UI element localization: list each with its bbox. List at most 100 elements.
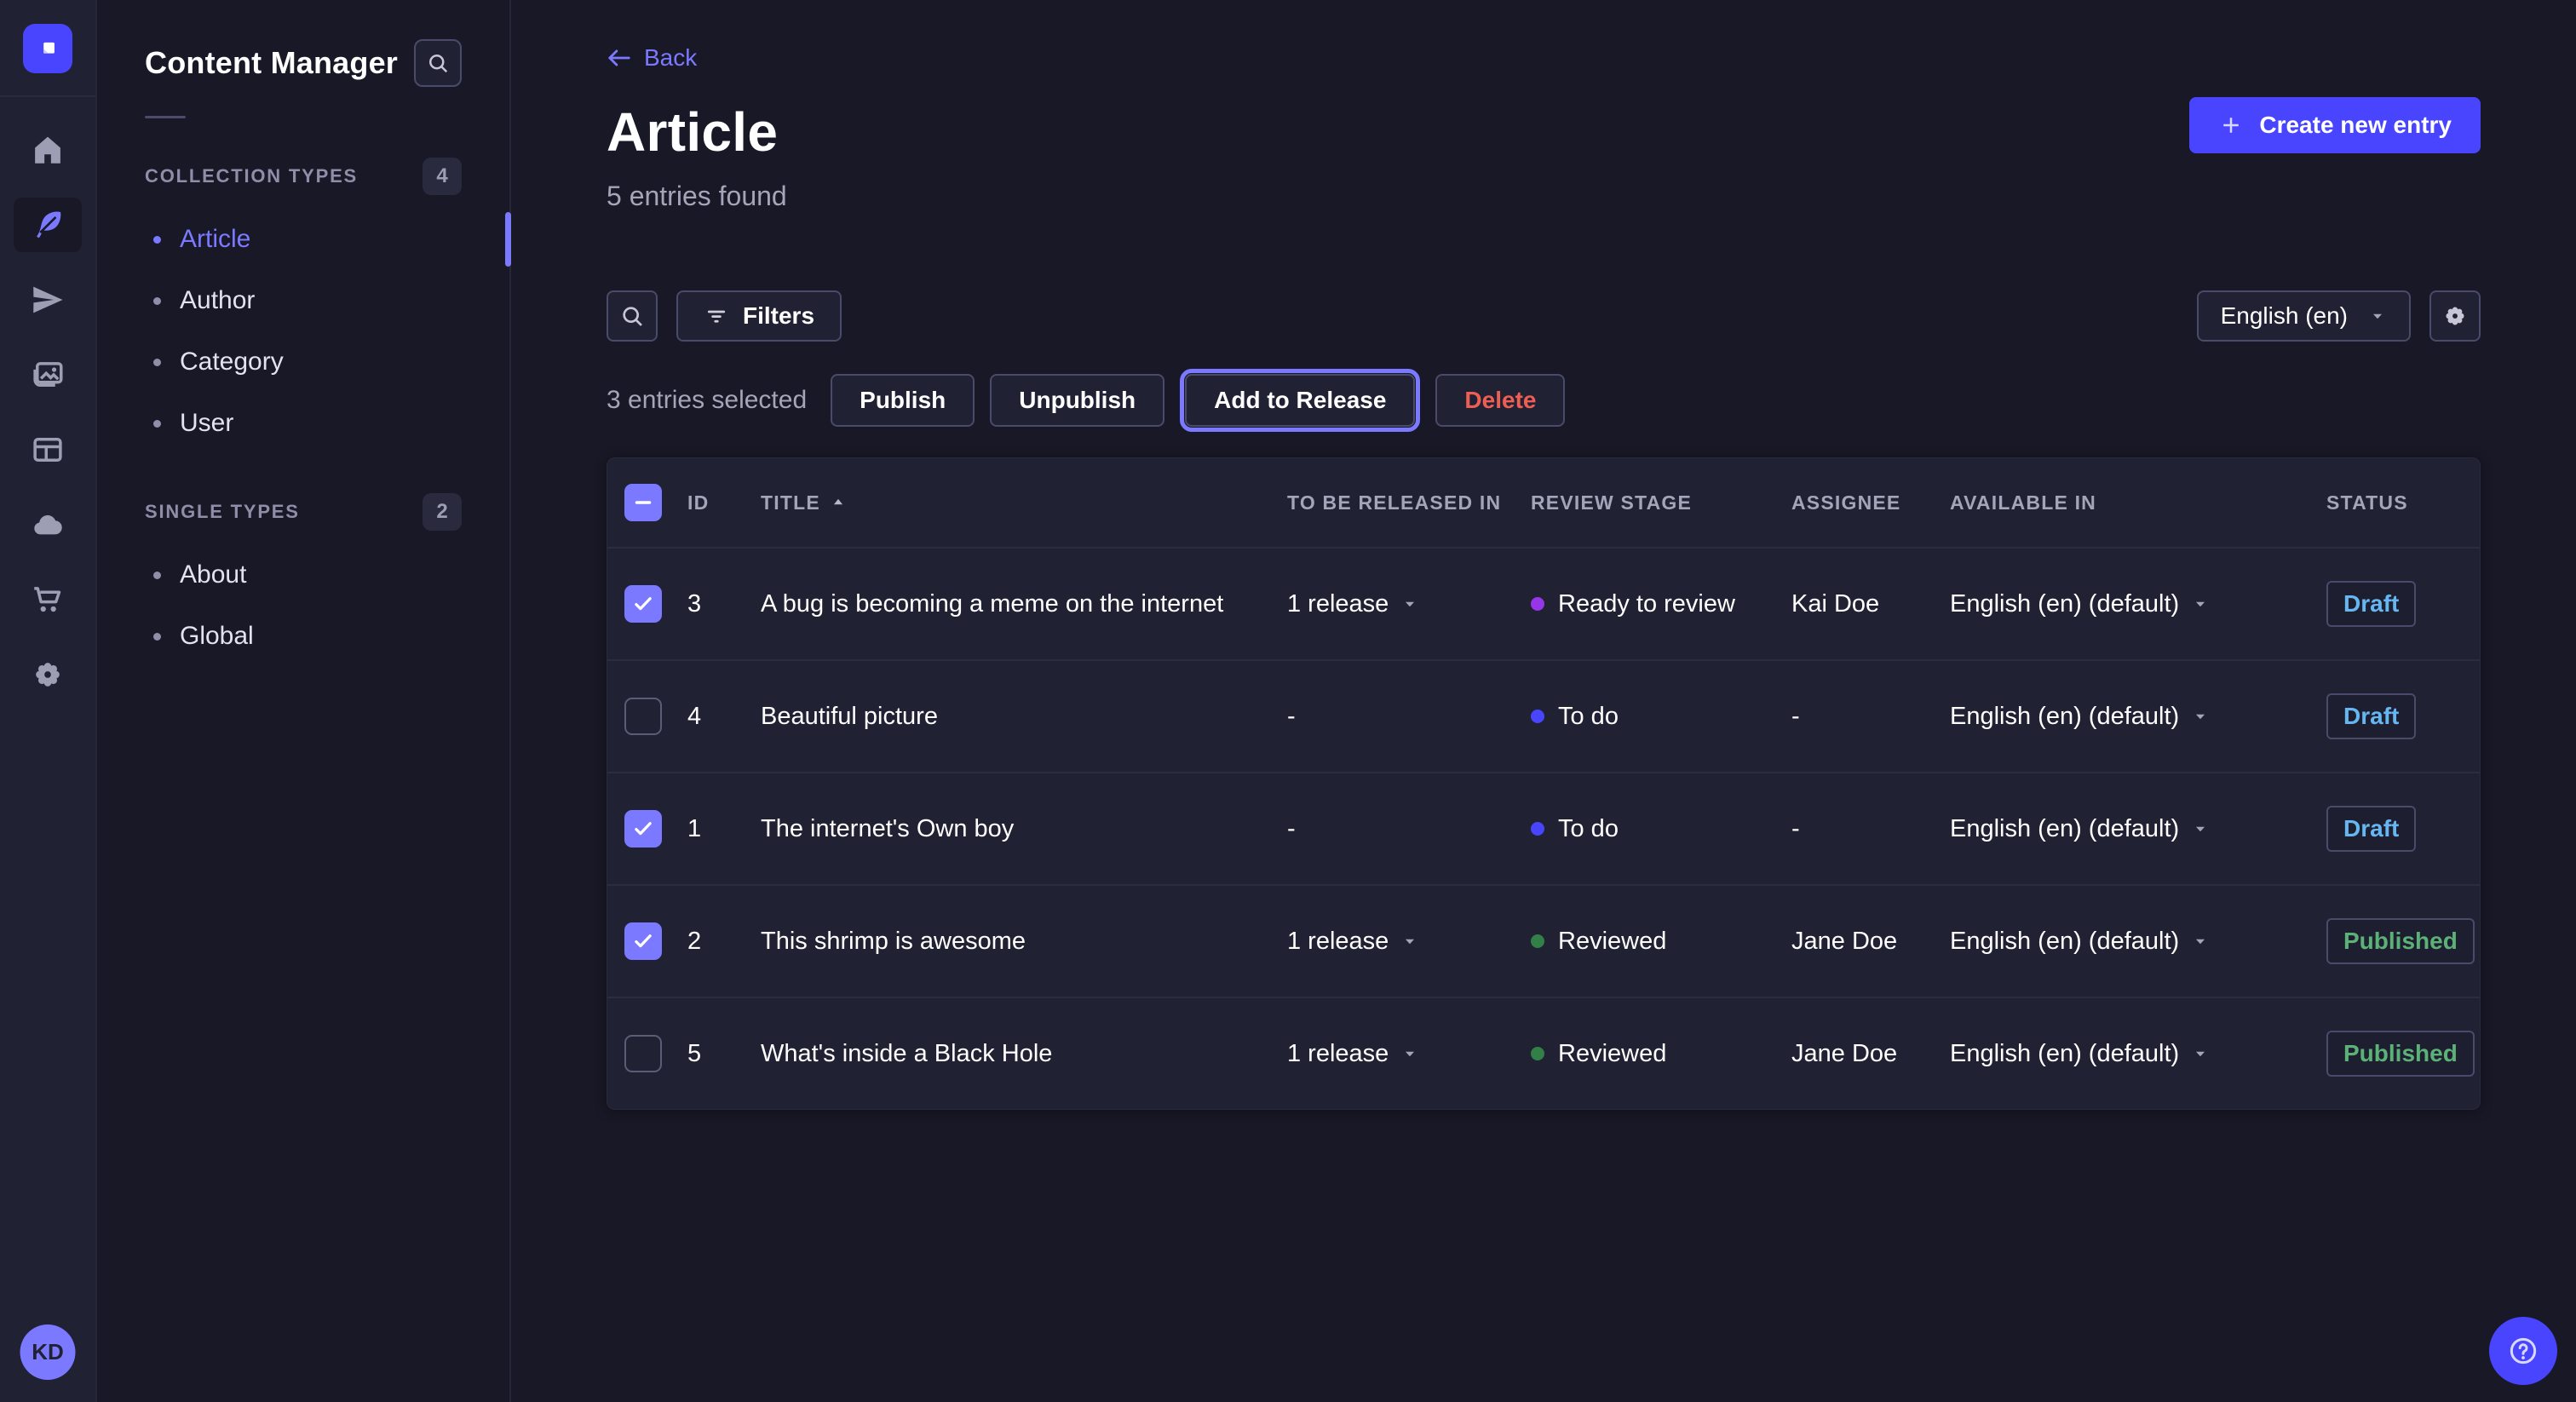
- sidebar-item-user[interactable]: User: [97, 393, 509, 454]
- single-types-label: SINGLE TYPES: [145, 501, 300, 523]
- row-checkbox[interactable]: [624, 810, 662, 848]
- back-label: Back: [644, 44, 697, 72]
- create-new-entry-button[interactable]: Create new entry: [2189, 97, 2481, 153]
- publish-button[interactable]: Publish: [831, 374, 975, 427]
- cell-title: This shrimp is awesome: [761, 928, 1287, 956]
- search-button[interactable]: [607, 290, 658, 342]
- column-label: ID: [687, 491, 709, 514]
- add-to-release-button[interactable]: Add to Release: [1185, 374, 1415, 427]
- status-badge: Draft: [2326, 581, 2416, 627]
- media-library-icon: [30, 357, 66, 393]
- rail-item-marketplace[interactable]: [14, 572, 82, 627]
- release-value: -: [1287, 703, 1296, 731]
- rail-item-settings[interactable]: [14, 647, 82, 702]
- cell-to-be-released-in[interactable]: 1 release: [1287, 590, 1531, 618]
- sidebar-item-article[interactable]: Article: [97, 209, 509, 270]
- create-new-entry-label: Create new entry: [2259, 112, 2452, 139]
- sort-ascending-icon: [829, 493, 848, 512]
- chevron-down-icon: [2368, 307, 2387, 325]
- cell-status: Draft: [2326, 806, 2463, 852]
- cell-title: A bug is becoming a meme on the internet: [761, 590, 1287, 618]
- chevron-down-icon: [1400, 1044, 1419, 1063]
- sidebar-item-about[interactable]: About: [97, 544, 509, 606]
- column-header-title[interactable]: TITLE: [761, 491, 1287, 514]
- stage-dot-icon: [1531, 822, 1544, 836]
- row-checkbox[interactable]: [624, 698, 662, 735]
- table-row[interactable]: 5What's inside a Black Hole1 release Revi…: [607, 997, 2480, 1109]
- column-label: TITLE: [761, 491, 820, 514]
- gear-icon: [2441, 302, 2469, 330]
- table-row[interactable]: 4Beautiful picture-To do-English (en) (d…: [607, 659, 2480, 772]
- sidebar-item-global[interactable]: Global: [97, 606, 509, 667]
- table-row[interactable]: 1The internet's Own boy-To do-English (e…: [607, 772, 2480, 884]
- content-manager-icon: [30, 207, 66, 243]
- rail-item-media-library[interactable]: [14, 348, 82, 402]
- sidebar-item-author[interactable]: Author: [97, 270, 509, 331]
- cell-id: 2: [687, 928, 761, 956]
- sidebar-search-button[interactable]: [414, 39, 462, 87]
- table-row[interactable]: 3A bug is becoming a meme on the interne…: [607, 547, 2480, 659]
- cell-id: 4: [687, 703, 761, 731]
- release-value: 1 release: [1287, 928, 1389, 956]
- cell-available-in[interactable]: English (en) (default): [1950, 1040, 2326, 1068]
- cell-title: What's inside a Black Hole: [761, 1040, 1287, 1068]
- content-type-builder-icon: [30, 432, 66, 468]
- collection-types-count-badge: 4: [423, 158, 462, 195]
- chevron-down-icon: [2191, 595, 2210, 613]
- cell-title: Beautiful picture: [761, 703, 1287, 731]
- cell-available-in[interactable]: English (en) (default): [1950, 815, 2326, 843]
- back-link[interactable]: Back: [607, 44, 697, 72]
- rail-item-releases[interactable]: [14, 273, 82, 327]
- strapi-logo[interactable]: [23, 24, 72, 73]
- locale-label: English (en) (default): [1950, 1040, 2179, 1068]
- main-nav-rail: KD: [0, 0, 97, 1402]
- chevron-down-icon: [2191, 819, 2210, 838]
- stage-label: Reviewed: [1558, 1040, 1666, 1068]
- locale-label: English (en) (default): [1950, 815, 2179, 843]
- row-checkbox[interactable]: [624, 1035, 662, 1072]
- row-checkbox[interactable]: [624, 585, 662, 623]
- table-row[interactable]: 2This shrimp is awesome1 release Reviewed…: [607, 884, 2480, 997]
- cell-assignee: Jane Doe: [1791, 1040, 1950, 1068]
- filters-button[interactable]: Filters: [676, 290, 842, 342]
- unpublish-button[interactable]: Unpublish: [990, 374, 1164, 427]
- collection-types-label: COLLECTION TYPES: [145, 165, 358, 187]
- question-mark-icon: [2506, 1334, 2540, 1368]
- rail-item-home[interactable]: [14, 123, 82, 177]
- rail-item-deploy[interactable]: [14, 497, 82, 552]
- delete-button[interactable]: Delete: [1435, 374, 1565, 427]
- cell-to-be-released-in[interactable]: 1 release: [1287, 1040, 1531, 1068]
- filter-icon: [704, 303, 729, 329]
- deploy-icon: [30, 507, 66, 543]
- stage-label: Reviewed: [1558, 928, 1666, 956]
- cell-id: 5: [687, 1040, 761, 1068]
- view-settings-button[interactable]: [2429, 290, 2481, 342]
- column-header-assignee: ASSIGNEE: [1791, 491, 1950, 514]
- column-header-id: ID: [687, 491, 761, 514]
- cell-available-in[interactable]: English (en) (default): [1950, 928, 2326, 956]
- cell-review-stage: Reviewed: [1531, 928, 1791, 956]
- help-button[interactable]: [2489, 1317, 2557, 1385]
- single-types-count-badge: 2: [423, 493, 462, 531]
- locale-select[interactable]: English (en): [2197, 290, 2411, 342]
- status-badge: Published: [2326, 918, 2475, 964]
- column-label: TO BE RELEASED IN: [1287, 491, 1501, 514]
- row-checkbox[interactable]: [624, 922, 662, 960]
- user-avatar[interactable]: KD: [20, 1324, 76, 1380]
- rail-item-content-type-builder[interactable]: [14, 422, 82, 477]
- cell-available-in[interactable]: English (en) (default): [1950, 590, 2326, 618]
- rail-item-content-manager[interactable]: [14, 198, 82, 252]
- nav-item-label: Author: [180, 286, 255, 315]
- cell-assignee: Jane Doe: [1791, 928, 1950, 956]
- chevron-down-icon: [2191, 932, 2210, 951]
- arrow-left-icon: [607, 45, 632, 71]
- sidebar-item-category[interactable]: Category: [97, 331, 509, 393]
- logo-container: [0, 0, 95, 97]
- search-icon: [425, 50, 451, 76]
- cell-available-in[interactable]: English (en) (default): [1950, 703, 2326, 731]
- chevron-down-icon: [2191, 1044, 2210, 1063]
- column-header-status: STATUS: [2326, 491, 2463, 514]
- column-label: AVAILABLE IN: [1950, 491, 2096, 514]
- cell-to-be-released-in[interactable]: 1 release: [1287, 928, 1531, 956]
- select-all-checkbox[interactable]: [624, 484, 662, 521]
